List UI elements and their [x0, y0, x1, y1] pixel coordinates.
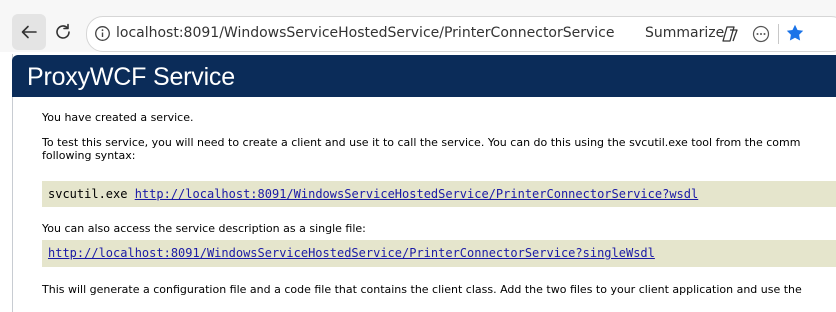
- more-options-icon[interactable]: [752, 25, 770, 43]
- generate-text: This will generate a configuration file …: [42, 283, 802, 296]
- single-file-text: You can also access the service descript…: [42, 222, 366, 235]
- test-instructions-line1: To test this service, you will need to c…: [42, 136, 801, 149]
- test-instructions-line2: following syntax:: [42, 149, 136, 162]
- reload-button[interactable]: [50, 14, 78, 50]
- summarize-button[interactable]: Summarize: [645, 25, 724, 41]
- info-icon[interactable]: [94, 25, 111, 42]
- toolbar-divider: [778, 24, 779, 44]
- single-wsdl-box: http://localhost:8091/WindowsServiceHost…: [42, 240, 836, 267]
- favorite-star-icon[interactable]: [785, 23, 805, 43]
- address-bar[interactable]: localhost:8091/WindowsServiceHostedServi…: [86, 16, 836, 52]
- back-button[interactable]: [12, 14, 46, 50]
- svcutil-command-box: svcutil.exe http://localhost:8091/Window…: [42, 181, 836, 207]
- single-wsdl-link[interactable]: http://localhost:8091/WindowsServiceHost…: [48, 246, 655, 260]
- url-text[interactable]: localhost:8091/WindowsServiceHostedServi…: [116, 25, 615, 41]
- arrow-left-icon: [21, 25, 37, 39]
- svcutil-command: svcutil.exe: [48, 187, 135, 201]
- browser-toolbar: localhost:8091/WindowsServiceHostedServi…: [0, 0, 836, 52]
- wsdl-link[interactable]: http://localhost:8091/WindowsServiceHost…: [135, 187, 699, 201]
- copilot-icon[interactable]: [721, 25, 739, 43]
- page-title: ProxyWCF Service: [27, 63, 235, 91]
- reload-icon: [56, 23, 70, 39]
- page-banner: ProxyWCF Service: [12, 55, 836, 97]
- intro-text: You have created a service.: [42, 111, 194, 124]
